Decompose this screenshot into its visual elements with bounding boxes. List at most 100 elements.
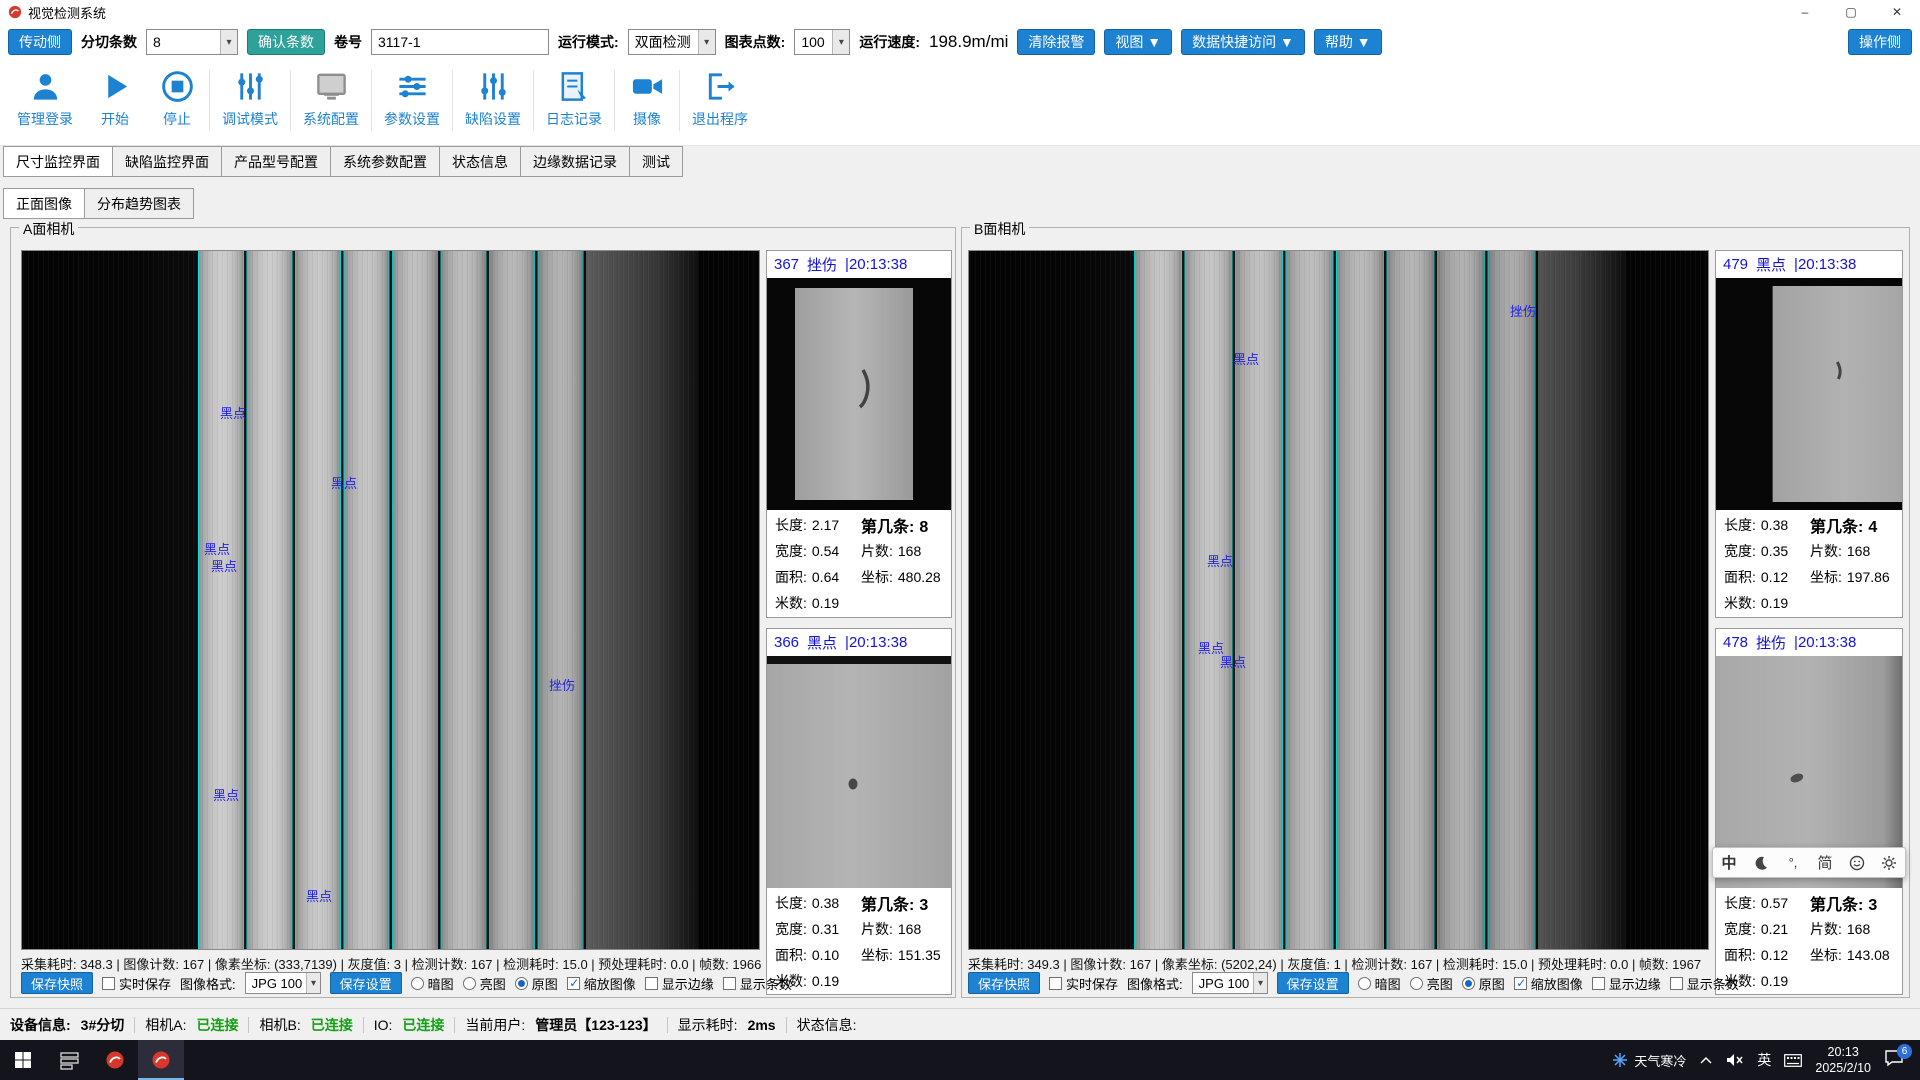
defect-card[interactable]: 478 挫伤 |20:13:38 长度:0.57 第几条:3 宽度:0.21 片…: [1715, 628, 1903, 996]
vision-app-logo-icon: [105, 1050, 125, 1070]
defect-card[interactable]: 366 黑点 |20:13:38 长度:0.38 第几条:3 宽度:0.31 片…: [766, 628, 952, 996]
stat-label: 片数:: [1810, 541, 1842, 561]
drive-side-button[interactable]: 传动侧: [8, 29, 72, 55]
zoom-image-checkbox[interactable]: 缩放图像: [567, 974, 636, 993]
image-format-select[interactable]: JPG 100: [245, 972, 321, 994]
bright-image-radio[interactable]: 亮图: [1410, 974, 1453, 993]
slice-count-select[interactable]: 8: [146, 29, 238, 55]
chart-points-select[interactable]: 100: [794, 29, 850, 55]
defect-id: 367: [774, 256, 799, 273]
tab-product-model-config[interactable]: 产品型号配置: [222, 146, 331, 177]
start-button[interactable]: 开始: [84, 67, 146, 131]
radio-icon: [463, 977, 476, 990]
tab-test[interactable]: 测试: [630, 146, 683, 177]
system-config-button[interactable]: 系统配置: [292, 67, 370, 131]
clock[interactable]: 20:13 2025/2/10: [1815, 1044, 1871, 1077]
moon-icon[interactable]: [1748, 850, 1774, 876]
tab-status-info[interactable]: 状态信息: [440, 146, 521, 177]
device-info-value: 3#分切: [81, 1015, 125, 1035]
panel-camera-b: B面相机 挫伤 黑点 黑点 黑点 黑点 479 黑点 |20:13:38: [961, 227, 1910, 998]
defect-settings-button[interactable]: 缺陷设置: [454, 67, 532, 131]
help-menu-button[interactable]: 帮助 ▼: [1314, 29, 1382, 55]
icon-toolbar: 管理登录 开始 停止 调试模式 系统配置 参数设置 缺陷设置: [0, 60, 1920, 146]
operate-side-button[interactable]: 操作侧: [1848, 29, 1912, 55]
debug-mode-button[interactable]: 调试模式: [211, 67, 289, 131]
toolbar-divider: [533, 70, 534, 131]
taskbar-app-vision-software-active[interactable]: [138, 1040, 184, 1080]
volume-button[interactable]: [1726, 1053, 1744, 1067]
stat-label: 第几条:: [1810, 513, 1863, 537]
log-record-button[interactable]: 日志记录: [535, 67, 613, 131]
capture-button[interactable]: 摄像: [616, 67, 678, 131]
roll-number-input[interactable]: [371, 29, 549, 55]
view-menu-button[interactable]: 视图 ▼: [1104, 29, 1172, 55]
gear-icon[interactable]: [1876, 850, 1902, 876]
clear-alarm-button[interactable]: 清除报警: [1017, 29, 1095, 55]
show-hidden-icons-button[interactable]: [1699, 1055, 1713, 1065]
save-snapshot-button[interactable]: 保存快照: [21, 972, 93, 994]
slice-count-label: 分切条数: [81, 32, 137, 52]
show-edges-checkbox[interactable]: 显示边缘: [645, 974, 714, 993]
camera-a-label: 相机A:: [145, 1015, 186, 1035]
ime-language-button[interactable]: 中: [1716, 850, 1742, 876]
weather-widget[interactable]: 天气寒冷: [1612, 1051, 1686, 1070]
defect-thumbnail: [767, 278, 951, 510]
horizontal-sliders-icon: [395, 69, 430, 104]
dark-image-radio[interactable]: 暗图: [411, 974, 454, 993]
maximize-button[interactable]: ▢: [1828, 0, 1874, 24]
save-snapshot-button[interactable]: 保存快照: [968, 972, 1040, 994]
tab-edge-data-record[interactable]: 边缘数据记录: [521, 146, 630, 177]
defect-card[interactable]: 479 黑点 |20:13:38 长度:0.38 第几条:4 宽度:0.35 片…: [1715, 250, 1903, 618]
stat-value: 0.10: [812, 947, 839, 963]
zoom-image-checkbox[interactable]: 缩放图像: [1514, 974, 1583, 993]
panel-b-title: B面相机: [970, 219, 1029, 239]
defect-card[interactable]: 367 挫伤 |20:13:38 长度:2.17 第几条:8 宽度:0.54 片…: [766, 250, 952, 618]
original-image-radio[interactable]: 原图: [515, 974, 558, 993]
defect-type: 黑点: [807, 632, 837, 653]
start-button[interactable]: [0, 1040, 46, 1080]
save-settings-button[interactable]: 保存设置: [1277, 972, 1349, 994]
show-edges-checkbox[interactable]: 显示边缘: [1592, 974, 1661, 993]
input-language-indicator[interactable]: 英: [1757, 1050, 1771, 1070]
touch-keyboard-button[interactable]: [1784, 1054, 1802, 1067]
data-quick-access-menu-button[interactable]: 数据快捷访问 ▼: [1181, 29, 1305, 55]
statusbar-divider: [667, 1017, 668, 1033]
confirm-count-button[interactable]: 确认条数: [247, 29, 325, 55]
action-center-button[interactable]: 6: [1884, 1048, 1908, 1072]
parameter-settings-button[interactable]: 参数设置: [373, 67, 451, 131]
show-strip-count-checkbox[interactable]: 显示条数: [1670, 974, 1739, 993]
tab-defect-monitor[interactable]: 缺陷监控界面: [113, 146, 222, 177]
ime-simplified-button[interactable]: 简: [1812, 850, 1838, 876]
stat-value: 0.19: [812, 595, 839, 611]
run-speed-value: 198.9m/mi: [929, 32, 1008, 52]
stat-value: 0.31: [812, 921, 839, 937]
bright-image-radio[interactable]: 亮图: [463, 974, 506, 993]
admin-login-button[interactable]: 管理登录: [6, 67, 84, 131]
panel-a-title: A面相机: [19, 219, 78, 239]
stop-button[interactable]: 停止: [146, 67, 208, 131]
task-view-icon: [60, 1051, 79, 1070]
tab-front-image[interactable]: 正面图像: [3, 188, 85, 219]
dark-image-radio[interactable]: 暗图: [1358, 974, 1401, 993]
image-format-select[interactable]: JPG 100: [1192, 972, 1268, 994]
tab-distribution-chart[interactable]: 分布趋势图表: [85, 188, 194, 219]
close-button[interactable]: ✕: [1874, 0, 1920, 24]
realtime-save-checkbox[interactable]: 实时保存: [1049, 974, 1118, 993]
task-view-button[interactable]: [46, 1040, 92, 1080]
ime-punctuation-button[interactable]: °,: [1780, 850, 1806, 876]
show-strip-count-checkbox[interactable]: 显示条数: [723, 974, 792, 993]
smiley-icon[interactable]: [1844, 850, 1870, 876]
minimize-button[interactable]: –: [1782, 0, 1828, 24]
stat-value: 0.19: [1761, 595, 1788, 611]
save-settings-button[interactable]: 保存设置: [330, 972, 402, 994]
exit-program-button[interactable]: 退出程序: [681, 67, 759, 131]
tab-size-monitor[interactable]: 尺寸监控界面: [3, 146, 113, 177]
taskbar-app-vision-software[interactable]: [92, 1040, 138, 1080]
original-image-radio[interactable]: 原图: [1462, 974, 1505, 993]
tab-system-param-config[interactable]: 系统参数配置: [331, 146, 440, 177]
run-mode-select[interactable]: 双面检测: [628, 29, 716, 55]
defect-type: 挫伤: [807, 254, 837, 275]
statusbar-divider: [786, 1017, 787, 1033]
notification-badge: 6: [1897, 1044, 1912, 1059]
realtime-save-checkbox[interactable]: 实时保存: [102, 974, 171, 993]
